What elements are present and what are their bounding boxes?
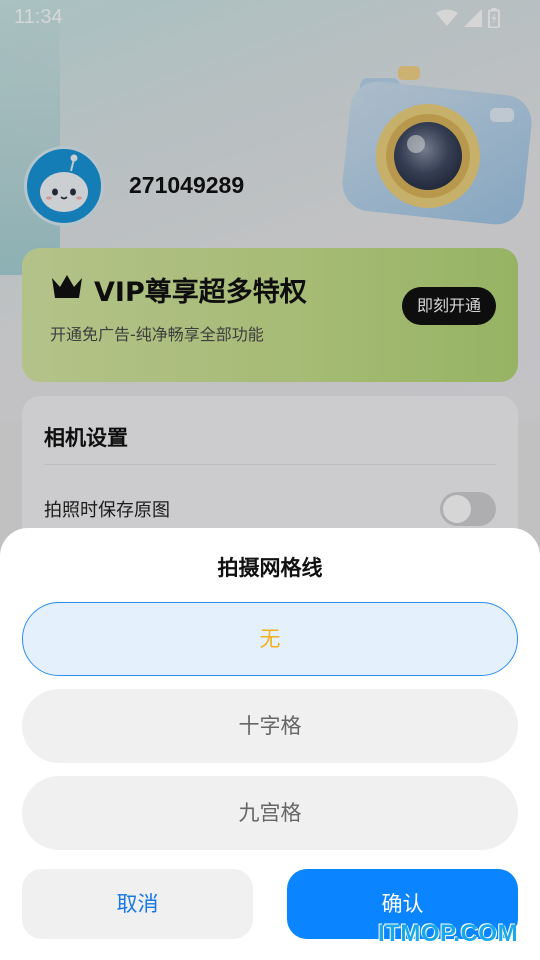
cancel-button[interactable]: 取消: [22, 869, 253, 939]
sheet-title: 拍摄网格线: [217, 556, 323, 580]
option-none[interactable]: 无: [22, 602, 518, 676]
watermark: ITMOP.COM: [378, 920, 519, 947]
option-cross[interactable]: 十字格: [22, 689, 518, 763]
option-nine-grid[interactable]: 九宫格: [22, 776, 518, 850]
grid-lines-sheet: 拍摄网格线 无 十字格 九宫格 取消 确认: [0, 528, 540, 960]
